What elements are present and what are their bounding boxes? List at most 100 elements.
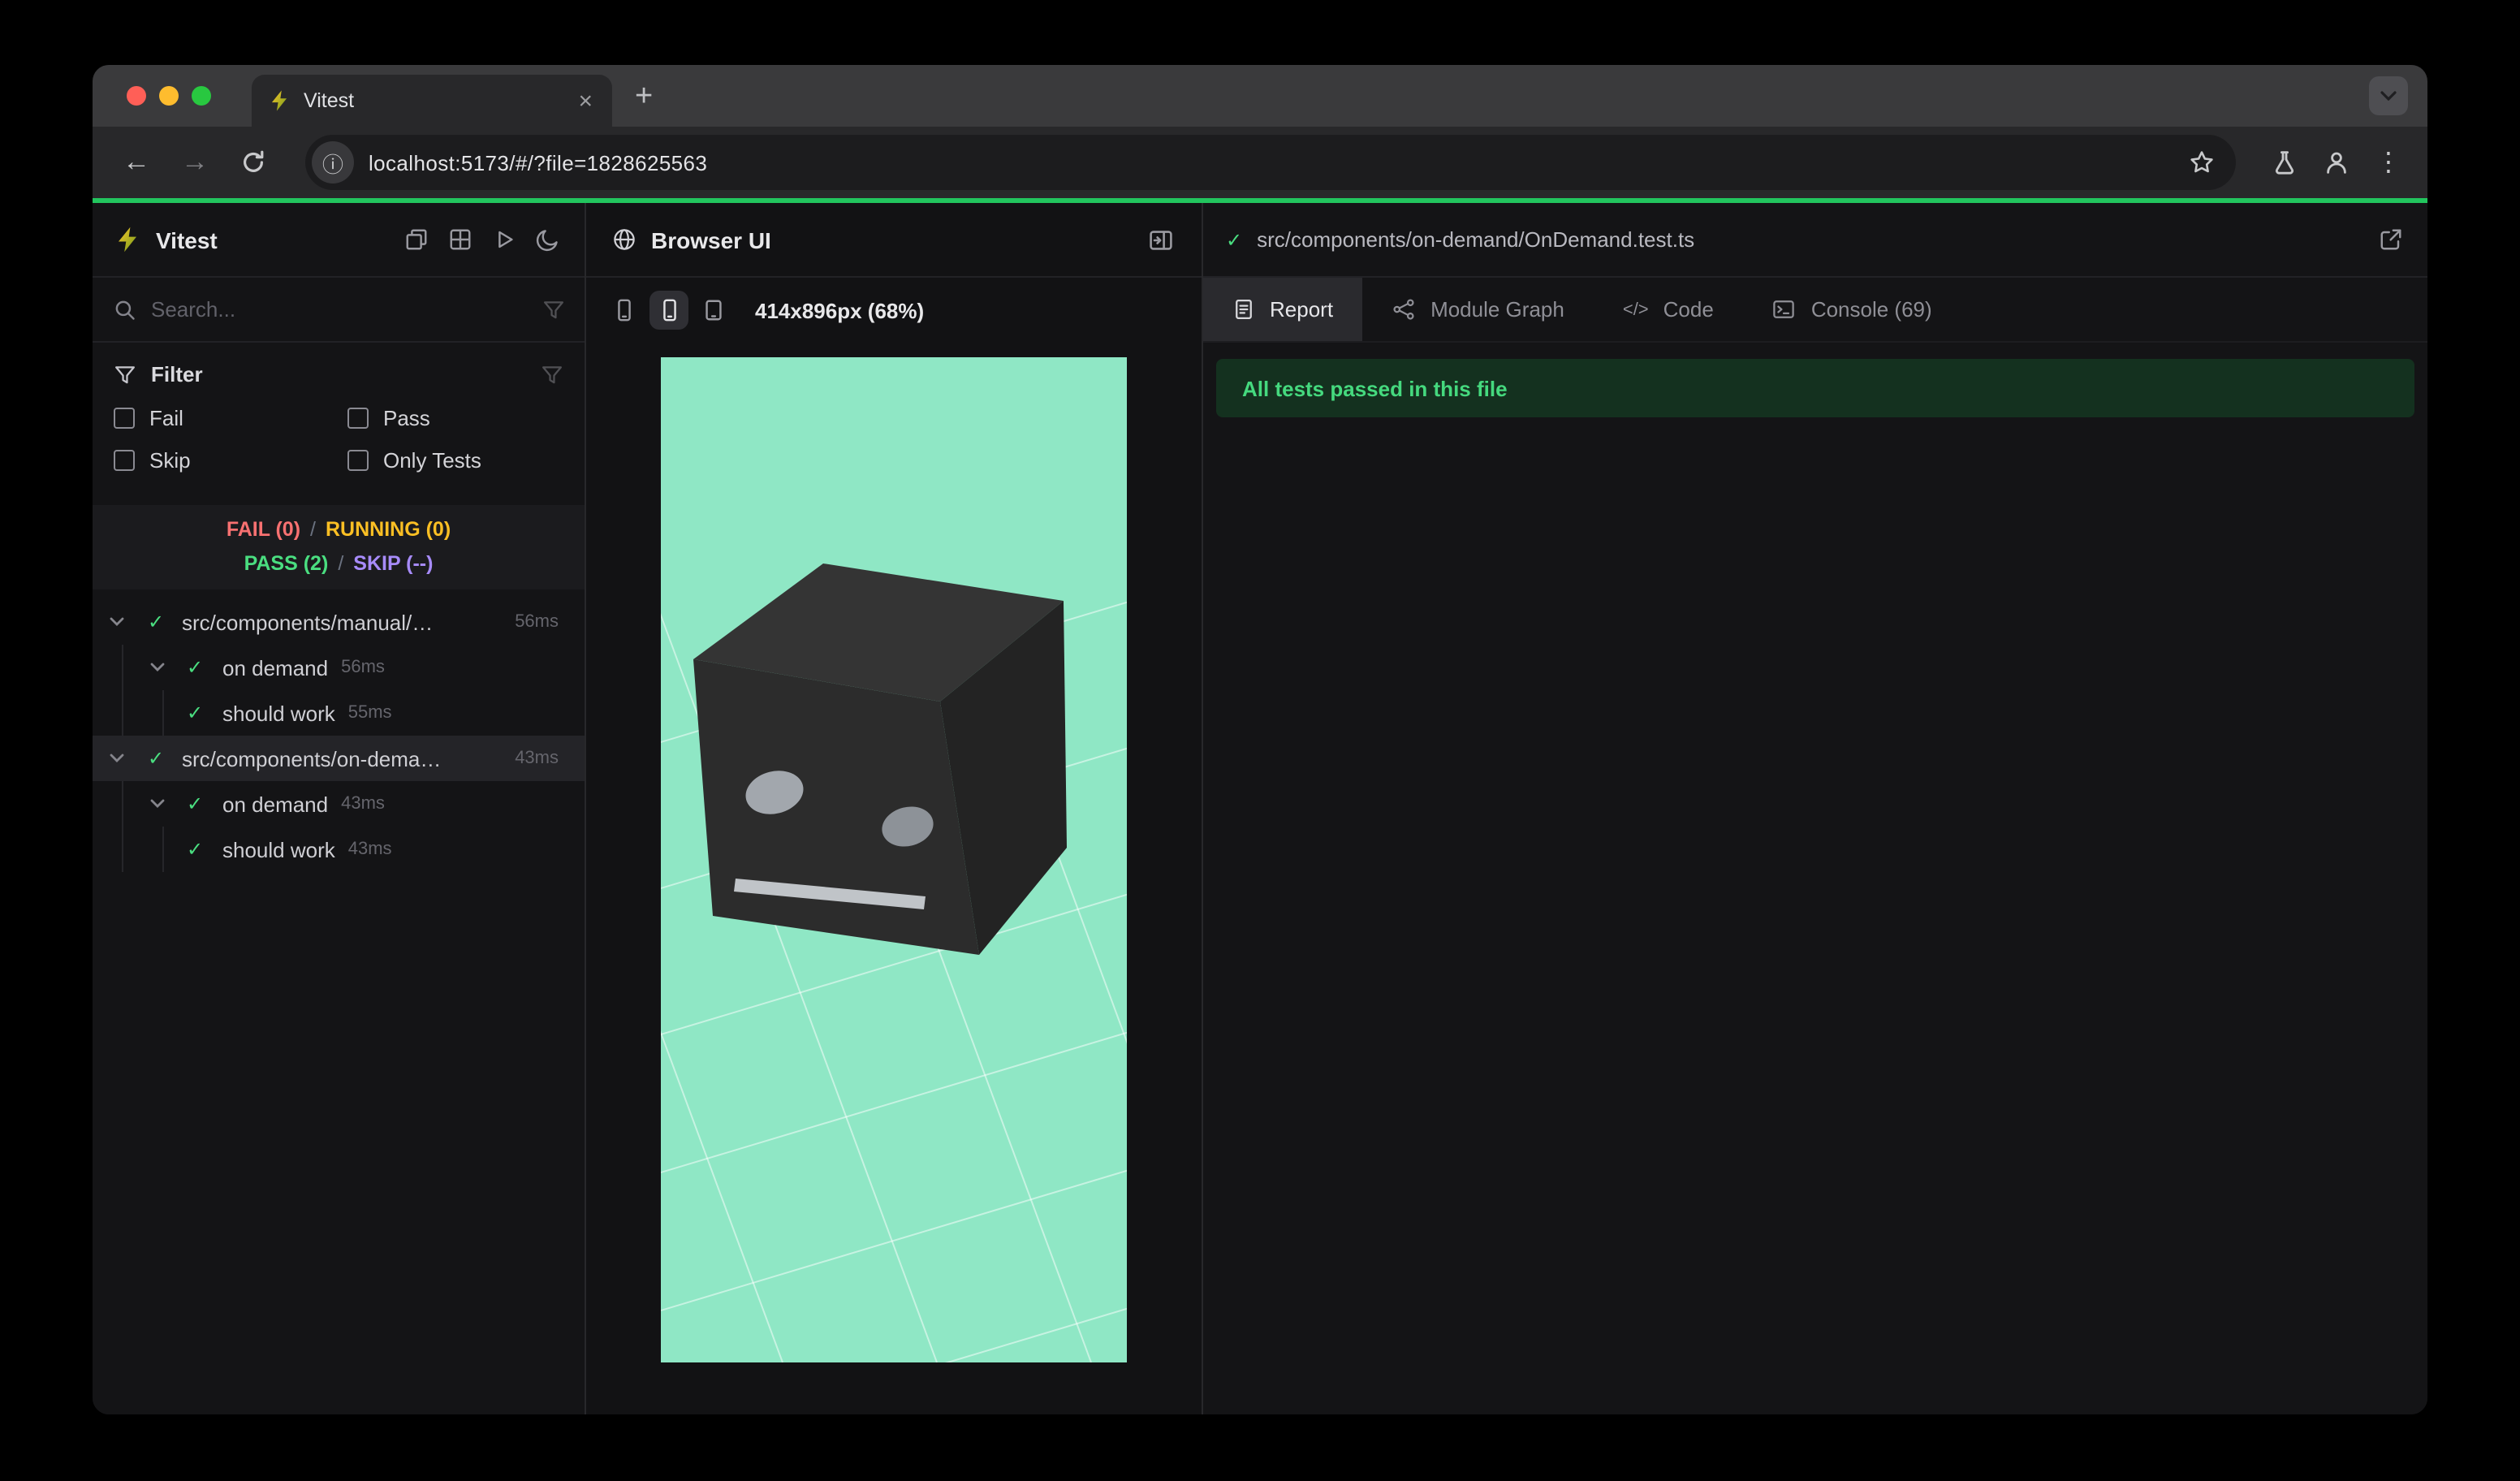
menu-button[interactable]: ⋮	[2366, 140, 2411, 185]
browser-toolbar: ← → ⓘ localhost:5173/#/?file=1828625563	[93, 127, 2427, 198]
device-phone-active-button[interactable]	[649, 291, 688, 330]
flask-icon	[2275, 151, 2294, 175]
report-panel: ✓ src/components/on-demand/OnDemand.test…	[1203, 203, 2427, 1414]
screen: Vitest × + ← → ⓘ localhost:5173/#/?file=…	[0, 0, 2520, 1481]
tablet-icon	[706, 300, 722, 321]
clear-search-filter-button[interactable]	[542, 298, 565, 321]
sidebar-header: Vitest	[93, 203, 585, 278]
pass-check-icon: ✓	[1226, 228, 1243, 251]
tab-report[interactable]: Report	[1203, 278, 1363, 341]
external-link-icon	[2380, 229, 2401, 250]
pass-check-icon: ✓	[186, 792, 204, 815]
device-tablet-button[interactable]	[701, 297, 726, 323]
search-row	[93, 278, 585, 343]
cube-front-face	[693, 659, 979, 955]
minimize-window-button[interactable]	[159, 86, 179, 106]
chevron-down-icon	[150, 663, 165, 671]
chevron-down-icon	[150, 799, 165, 808]
report-tabs: Report Module Graph </> Code Console (69…	[1203, 278, 2427, 343]
search-input[interactable]	[151, 297, 542, 322]
tree-suite-row[interactable]: ✓ on demand 56ms	[93, 645, 585, 690]
code-icon: </>	[1622, 300, 1649, 319]
chevron-down-icon	[2380, 91, 2397, 101]
phone-rotate-icon	[662, 299, 675, 322]
dark-mode-toggle[interactable]	[529, 222, 565, 257]
preview-area	[586, 343, 1202, 1414]
back-button[interactable]: ←	[114, 140, 159, 185]
browser-tab[interactable]: Vitest ×	[252, 75, 612, 127]
tab-console[interactable]: Console (69)	[1743, 278, 1961, 341]
tree-file-row-selected[interactable]: ✓ src/components/on-dema… 43ms	[93, 736, 585, 781]
module-graph-icon	[1393, 299, 1414, 320]
open-in-panel-button[interactable]	[1143, 222, 1179, 257]
overlapping-windows-icon	[405, 229, 426, 250]
tab-code[interactable]: </> Code	[1594, 278, 1743, 341]
vitest-logo-icon	[118, 227, 137, 253]
pass-check-icon: ✓	[147, 747, 165, 770]
filter-funnel-icon	[115, 365, 135, 383]
running-count: RUNNING (0)	[326, 518, 451, 541]
pass-count: PASS (2)	[244, 552, 329, 575]
filter-checkbox-fail[interactable]: Fail	[114, 406, 347, 430]
pass-check-icon: ✓	[186, 702, 204, 724]
bookmark-button[interactable]	[2189, 149, 2215, 175]
tree-test-row[interactable]: ✓ should work 55ms	[93, 690, 585, 736]
test-file-path: src/components/on-demand/OnDemand.test.t…	[1257, 227, 1695, 252]
browser-ui-title: Browser UI	[651, 227, 771, 253]
main-content: Vitest Search... Filter Fail Pass Skip O…	[93, 203, 2427, 1414]
tab-strip: Vitest × +	[93, 65, 2427, 127]
labs-button[interactable]	[2262, 140, 2307, 185]
filter-checkbox-only-tests[interactable]: Only Tests	[347, 448, 563, 473]
app-title: Vitest	[156, 227, 218, 253]
device-phone-button[interactable]	[612, 297, 636, 323]
star-icon	[2190, 151, 2213, 173]
run-summary: FAIL (0) / RUNNING (0) PASS (2) / SKIP (--)	[93, 505, 585, 589]
viewport-size-label: 414x896px (68%)	[755, 298, 925, 322]
clear-filters-button[interactable]	[541, 363, 563, 386]
person-icon	[2327, 152, 2346, 174]
maximize-window-button[interactable]	[192, 86, 211, 106]
globe-icon	[614, 229, 635, 250]
dashboard-button[interactable]	[442, 222, 477, 257]
run-all-button[interactable]	[485, 222, 521, 257]
device-toolbar: 414x896px (68%)	[586, 278, 1202, 343]
address-bar[interactable]: ⓘ localhost:5173/#/?file=1828625563	[305, 135, 2236, 190]
new-tab-button[interactable]: +	[635, 80, 653, 111]
collapse-all-button[interactable]	[398, 222, 434, 257]
file-text-icon	[1236, 300, 1252, 319]
console-icon	[1774, 300, 1795, 318]
all-tests-passed-banner: All tests passed in this file	[1216, 359, 2414, 417]
skip-count: SKIP (--)	[353, 552, 434, 575]
checkbox-box	[114, 408, 135, 429]
tree-test-row[interactable]: ✓ should work 43ms	[93, 827, 585, 872]
report-header: ✓ src/components/on-demand/OnDemand.test…	[1203, 203, 2427, 278]
panel-right-icon	[1150, 230, 1172, 249]
open-external-button[interactable]	[2372, 222, 2408, 257]
tree-suite-row[interactable]: ✓ on demand 43ms	[93, 781, 585, 827]
test-explorer-sidebar: Vitest Search... Filter Fail Pass Skip O…	[93, 203, 586, 1414]
vitest-favicon	[271, 90, 287, 111]
chevron-down-icon	[110, 617, 124, 626]
tab-module-graph[interactable]: Module Graph	[1362, 278, 1594, 341]
chevron-down-icon	[110, 753, 124, 762]
traffic-lights	[93, 86, 211, 106]
filter-checkbox-pass[interactable]: Pass	[347, 406, 563, 430]
robot-head	[693, 563, 1067, 955]
search-icon	[115, 300, 135, 319]
profile-button[interactable]	[2314, 140, 2359, 185]
filter-section: Filter Fail Pass Skip Only Tests	[93, 343, 585, 479]
tab-close-icon[interactable]: ×	[575, 89, 596, 113]
forward-button[interactable]: →	[172, 140, 218, 185]
pass-check-icon: ✓	[186, 838, 204, 861]
reload-button[interactable]	[231, 140, 276, 185]
site-info-icon[interactable]: ⓘ	[312, 141, 354, 184]
filter-checkbox-skip[interactable]: Skip	[114, 448, 347, 473]
tab-search-button[interactable]	[2369, 76, 2408, 115]
url-text: localhost:5173/#/?file=1828625563	[369, 150, 708, 175]
app-preview-viewport[interactable]	[661, 357, 1127, 1362]
filter-funnel-icon	[542, 365, 562, 383]
close-window-button[interactable]	[127, 86, 146, 106]
tree-file-row[interactable]: ✓ src/components/manual/… 56ms	[93, 599, 585, 645]
dashboard-grid-icon	[449, 229, 470, 250]
browser-ui-header: Browser UI	[586, 203, 1202, 278]
